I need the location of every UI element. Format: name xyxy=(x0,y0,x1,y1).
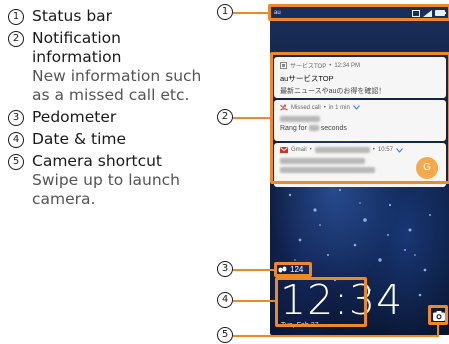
legend-title: Pedometer xyxy=(32,108,117,126)
legend-title: Date & time xyxy=(32,130,127,148)
legend-item-pedometer: 3 Pedometer xyxy=(8,108,204,127)
legend-number: 1 xyxy=(8,9,24,25)
highlight-pedometer xyxy=(274,262,312,277)
callout-1: 1 xyxy=(217,4,233,20)
legend-description: Swipe up to launch camera. xyxy=(32,171,180,208)
legend: 1 Status bar 2 Notification information … xyxy=(8,7,204,212)
leader-line xyxy=(437,324,439,337)
leader-line xyxy=(233,269,275,271)
legend-number: 4 xyxy=(8,132,24,148)
callout-2: 2 xyxy=(217,109,233,125)
legend-item-status-bar: 1 Status bar xyxy=(8,7,204,26)
callout-3: 3 xyxy=(217,261,233,277)
highlight-status-bar xyxy=(268,4,449,21)
legend-title: Notification information xyxy=(32,29,122,66)
leader-line xyxy=(233,335,437,337)
leader-line xyxy=(233,117,271,119)
callout-4: 4 xyxy=(217,292,233,308)
callout-5: 5 xyxy=(217,327,233,343)
legend-item-notification: 2 Notification information New informati… xyxy=(8,29,204,105)
highlight-camera xyxy=(428,305,448,325)
legend-number: 5 xyxy=(8,154,24,170)
legend-number: 2 xyxy=(8,31,24,47)
highlight-date-time xyxy=(275,277,367,327)
leader-line xyxy=(233,12,269,14)
legend-description: New information such as a missed call et… xyxy=(32,67,202,104)
legend-title: Camera shortcut xyxy=(32,152,163,170)
legend-title: Status bar xyxy=(32,7,113,25)
highlight-notifications xyxy=(270,52,449,184)
legend-item-camera-shortcut: 5 Camera shortcut Swipe up to launch cam… xyxy=(8,152,204,209)
legend-number: 3 xyxy=(8,110,24,126)
leader-line xyxy=(233,300,276,302)
legend-item-date-time: 4 Date & time xyxy=(8,130,204,149)
